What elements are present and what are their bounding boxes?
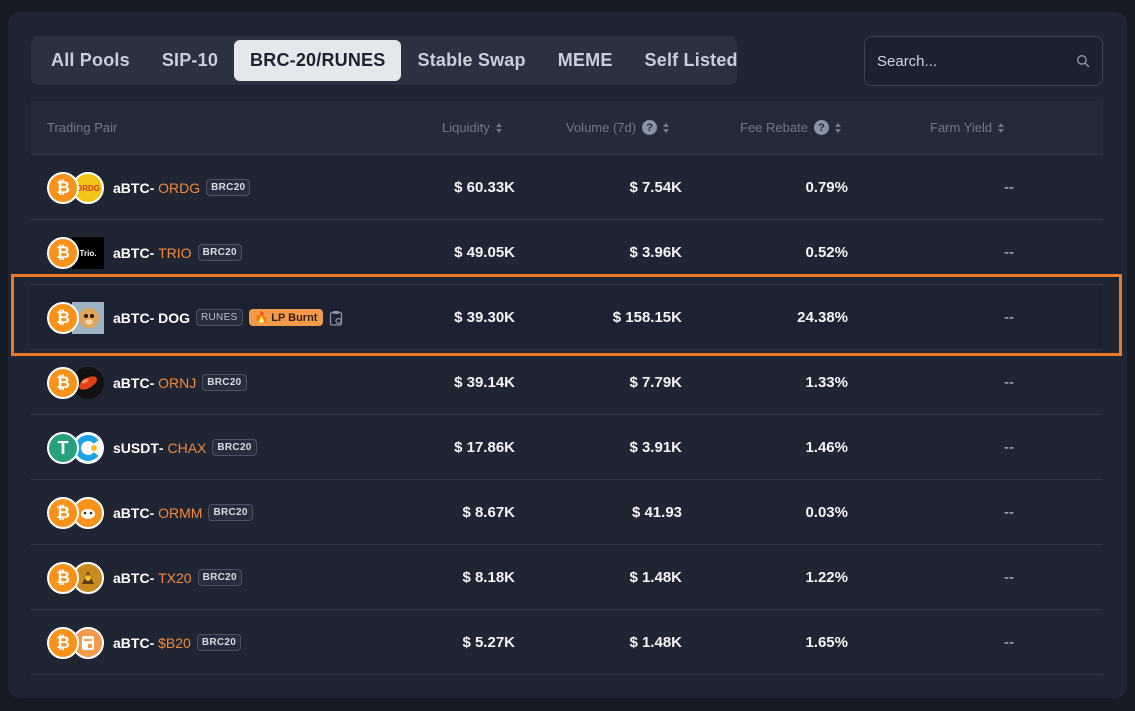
volume-value: $ 3.91K: [629, 439, 682, 456]
bitcoin-icon: ₿: [47, 562, 79, 594]
table-row[interactable]: ₿ Trio. aBTC - TRIO BRC20 $ 49.05K $ 3.9…: [31, 220, 1103, 285]
sort-icon[interactable]: [663, 122, 670, 133]
lp-burnt-badge: 🔥 LP Burnt: [248, 309, 324, 326]
table-row[interactable]: ₿ aBTC - $B20 BRC20 $ 5.27K $ 1.48K 1.65…: [31, 610, 1103, 675]
liquidity-value: $ 8.18K: [462, 569, 515, 586]
farm-value: --: [1004, 634, 1014, 651]
tab-all-pools[interactable]: All Pools: [35, 40, 146, 81]
brc20-badge: BRC20: [208, 504, 253, 521]
table-row[interactable]: T sUSDT - CHAX BRC20 $ 17.86K $ 3.91K 1.…: [31, 415, 1103, 480]
col-trading-pair: Trading Pair: [47, 120, 118, 135]
brc20-badge: BRC20: [196, 634, 242, 651]
fee-value: 0.03%: [805, 504, 848, 521]
fee-value: 1.46%: [805, 439, 848, 456]
brc20-badge: BRC20: [197, 244, 242, 261]
bitcoin-icon: ₿: [47, 627, 79, 659]
table-row[interactable]: ₿ aBTC - DOG RUNES 🔥 LP Burnt $ 39.30K $ …: [31, 285, 1103, 350]
table-row[interactable]: ₿ ORDG aBTC - ORDG BRC20 $ 60.33K $ 7.54…: [31, 155, 1103, 220]
liquidity-value: $ 17.86K: [454, 439, 515, 456]
bitcoin-icon: ₿: [47, 172, 79, 204]
table-row[interactable]: ₿ aBTC - ORMM BRC20 $ 8.67K $ 41.93 0.03…: [31, 480, 1103, 545]
volume-value: $ 41.93: [631, 504, 682, 521]
search-box[interactable]: [864, 36, 1103, 86]
fee-value: 0.79%: [805, 179, 848, 196]
volume-value: $ 3.96K: [629, 244, 682, 261]
farm-value: --: [1004, 439, 1014, 456]
liquidity-value: $ 39.14K: [454, 374, 515, 391]
volume-value: $ 7.54K: [629, 179, 682, 196]
fee-value: 24.38%: [797, 309, 848, 326]
tab-self-listed[interactable]: Self Listed: [629, 40, 754, 81]
bitcoin-icon: ₿: [47, 302, 79, 334]
bitcoin-icon: ₿: [47, 237, 79, 269]
liquidity-value: $ 39.30K: [454, 309, 515, 326]
help-icon[interactable]: ?: [642, 120, 658, 135]
sort-icon[interactable]: [495, 122, 502, 133]
brc20-badge: BRC20: [197, 569, 242, 586]
farm-value: --: [1004, 504, 1014, 521]
liquidity-value: $ 60.33K: [454, 179, 515, 196]
sort-icon[interactable]: [834, 122, 841, 133]
search-icon[interactable]: [1076, 51, 1090, 71]
col-liquidity[interactable]: Liquidity: [442, 120, 502, 135]
clipboard-icon[interactable]: [329, 310, 343, 326]
volume-value: $ 1.48K: [629, 634, 682, 651]
farm-value: --: [1004, 179, 1014, 196]
pool-category-tabs: All Pools SIP-10 BRC-20/RUNES Stable Swa…: [31, 36, 738, 85]
fee-value: 1.65%: [805, 634, 848, 651]
tab-brc20-runes[interactable]: BRC-20/RUNES: [234, 40, 402, 81]
sort-icon[interactable]: [998, 122, 1005, 133]
tab-meme[interactable]: MEME: [542, 40, 629, 81]
pools-table: Trading Pair Liquidity Volume (7d) ? Fee…: [31, 101, 1103, 675]
table-row[interactable]: ₿ aBTC - TX20 BRC20 $ 8.18K $ 1.48K 1.22…: [31, 545, 1103, 610]
bitcoin-icon: ₿: [47, 367, 79, 399]
farm-value: --: [1004, 244, 1014, 261]
fee-value: 1.22%: [805, 569, 848, 586]
tab-stable-swap[interactable]: Stable Swap: [401, 40, 541, 81]
volume-value: $ 7.79K: [629, 374, 682, 391]
volume-value: $ 158.15K: [612, 309, 682, 326]
usdt-token-icon: T: [47, 432, 79, 464]
col-farm-yield[interactable]: Farm Yield: [930, 120, 1005, 135]
brc20-badge: BRC20: [206, 179, 251, 196]
runes-badge: RUNES: [196, 309, 243, 326]
tab-sip-10[interactable]: SIP-10: [146, 40, 234, 81]
table-row[interactable]: ₿ aBTC - ORNJ BRC20 $ 39.14K $ 7.79K 1.3…: [31, 350, 1103, 415]
brc20-badge: BRC20: [202, 374, 247, 391]
farm-value: --: [1004, 569, 1014, 586]
bitcoin-icon: ₿: [47, 497, 79, 529]
brc20-badge: BRC20: [212, 439, 257, 456]
volume-value: $ 1.48K: [629, 569, 682, 586]
liquidity-value: $ 5.27K: [462, 634, 515, 651]
col-fee-rebate[interactable]: Fee Rebate ?: [740, 120, 841, 135]
fee-value: 0.52%: [805, 244, 848, 261]
fire-icon: 🔥: [254, 312, 269, 324]
fee-value: 1.33%: [805, 374, 848, 391]
table-header: Trading Pair Liquidity Volume (7d) ? Fee…: [31, 101, 1103, 155]
farm-value: --: [1004, 374, 1014, 391]
liquidity-value: $ 8.67K: [462, 504, 515, 521]
farm-value: --: [1004, 309, 1014, 326]
liquidity-value: $ 49.05K: [454, 244, 515, 261]
help-icon[interactable]: ?: [813, 120, 829, 135]
col-volume[interactable]: Volume (7d) ?: [566, 120, 670, 135]
search-input[interactable]: [877, 52, 1076, 70]
